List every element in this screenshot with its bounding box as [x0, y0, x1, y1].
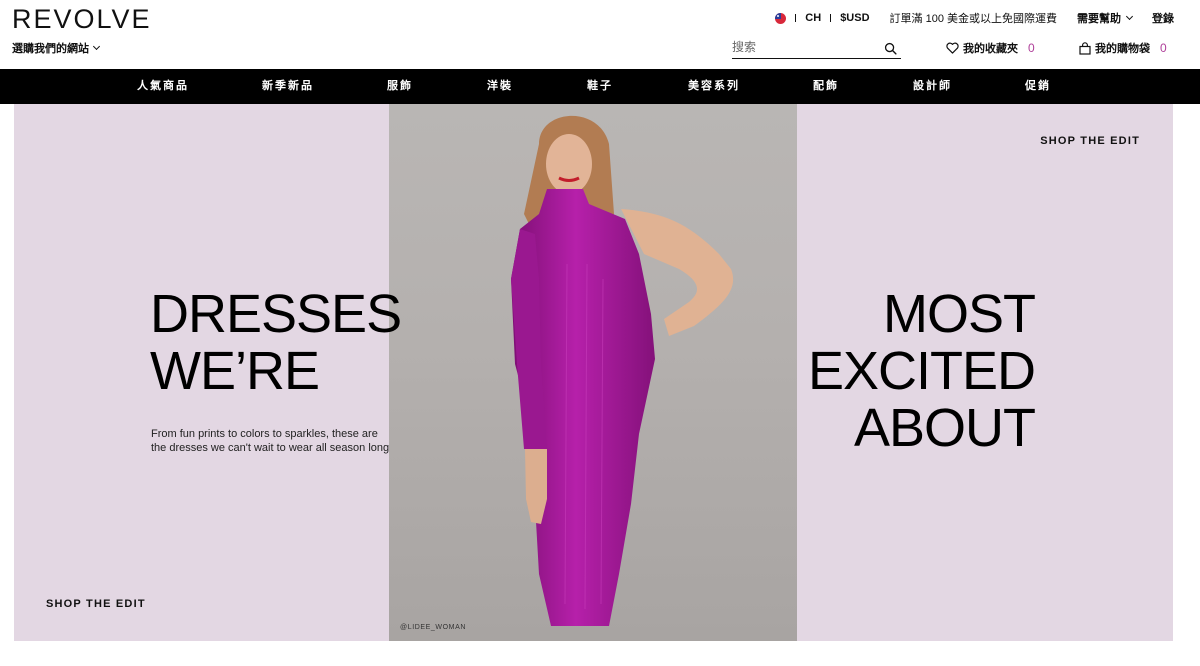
shop-the-edit-link[interactable]: SHOP THE EDIT [1040, 135, 1140, 147]
headline-left: DRESSES WE’RE [150, 284, 402, 401]
headline-line: DRESSES [150, 284, 402, 344]
hero-subtext: From fun prints to colors to sparkles, t… [151, 427, 441, 455]
shop-the-edit-link[interactable]: SHOP THE EDIT [46, 598, 146, 610]
nav-item-popular[interactable]: 人氣商品 [137, 69, 189, 104]
help-label: 需要幫助 [1077, 13, 1121, 25]
divider [795, 14, 797, 22]
headline-line: MOST [883, 284, 1036, 344]
hero-model-photo[interactable]: @LIDEE_WOMAN [389, 104, 797, 641]
nav-item-accessories[interactable]: 配飾 [813, 69, 839, 104]
shopping-bag-label: 我的購物袋 [1095, 43, 1150, 55]
favorites-label: 我的收藏夾 [963, 43, 1018, 55]
logo[interactable]: REVOLVE [12, 4, 152, 35]
chevron-down-icon [1125, 12, 1134, 21]
divider [830, 14, 832, 22]
nav-item-new-arrivals[interactable]: 新季新品 [262, 69, 314, 104]
login-link[interactable]: 登錄 [1152, 10, 1174, 26]
nav-item-sale[interactable]: 促銷 [1025, 69, 1051, 104]
hero-subtext-line: the dresses we can't wait to wear all se… [151, 442, 390, 454]
help-menu[interactable]: 需要幫助 [1077, 10, 1134, 26]
heart-icon [946, 42, 959, 54]
nav-item-designers[interactable]: 設計師 [913, 69, 952, 104]
nav-item-beauty[interactable]: 美容系列 [688, 69, 740, 104]
site-selector-label: 選購我們的網站 [12, 43, 89, 55]
language-selector[interactable]: CH [805, 12, 821, 24]
shipping-promo[interactable]: 訂單滿 100 美金或以上免國際運費 [890, 10, 1057, 26]
search-icon[interactable] [884, 42, 897, 55]
shopping-bag-link[interactable]: 我的購物袋 0 [1079, 40, 1167, 56]
currency-selector[interactable]: $USD [840, 12, 869, 24]
main-nav: 人氣商品 新季新品 服飾 洋裝 鞋子 美容系列 配飾 設計師 促銷 [0, 69, 1200, 104]
utility-bar: CH $USD 訂單滿 100 美金或以上免國際運費 需要幫助 登錄 [775, 10, 1174, 26]
shopping-bag-count: 0 [1160, 41, 1167, 55]
search-bar [732, 37, 901, 59]
chevron-down-icon [92, 42, 101, 51]
headline-line: EXCITED [807, 341, 1036, 401]
country-flag-icon[interactable] [775, 12, 787, 24]
model-illustration [511, 115, 734, 626]
search-input[interactable] [732, 37, 877, 57]
favorites-count: 0 [1028, 41, 1035, 55]
headline-line: WE’RE [150, 341, 320, 401]
nav-item-shoes[interactable]: 鞋子 [587, 69, 613, 104]
site-selector[interactable]: 選購我們的網站 [12, 40, 101, 56]
hero-banner[interactable]: @LIDEE_WOMAN SHOP THE EDIT DRESSES WE’RE… [14, 104, 1173, 641]
nav-item-clothing[interactable]: 服飾 [387, 69, 413, 104]
nav-item-dresses[interactable]: 洋裝 [487, 69, 513, 104]
favorites-link[interactable]: 我的收藏夾 0 [946, 40, 1035, 56]
photo-credit: @LIDEE_WOMAN [400, 624, 467, 631]
hero-subtext-line: From fun prints to colors to sparkles, t… [151, 428, 378, 440]
headline-line: ABOUT [853, 398, 1036, 458]
headline-right: MOST EXCITED ABOUT [807, 284, 1036, 458]
shopping-bag-icon [1079, 41, 1091, 55]
